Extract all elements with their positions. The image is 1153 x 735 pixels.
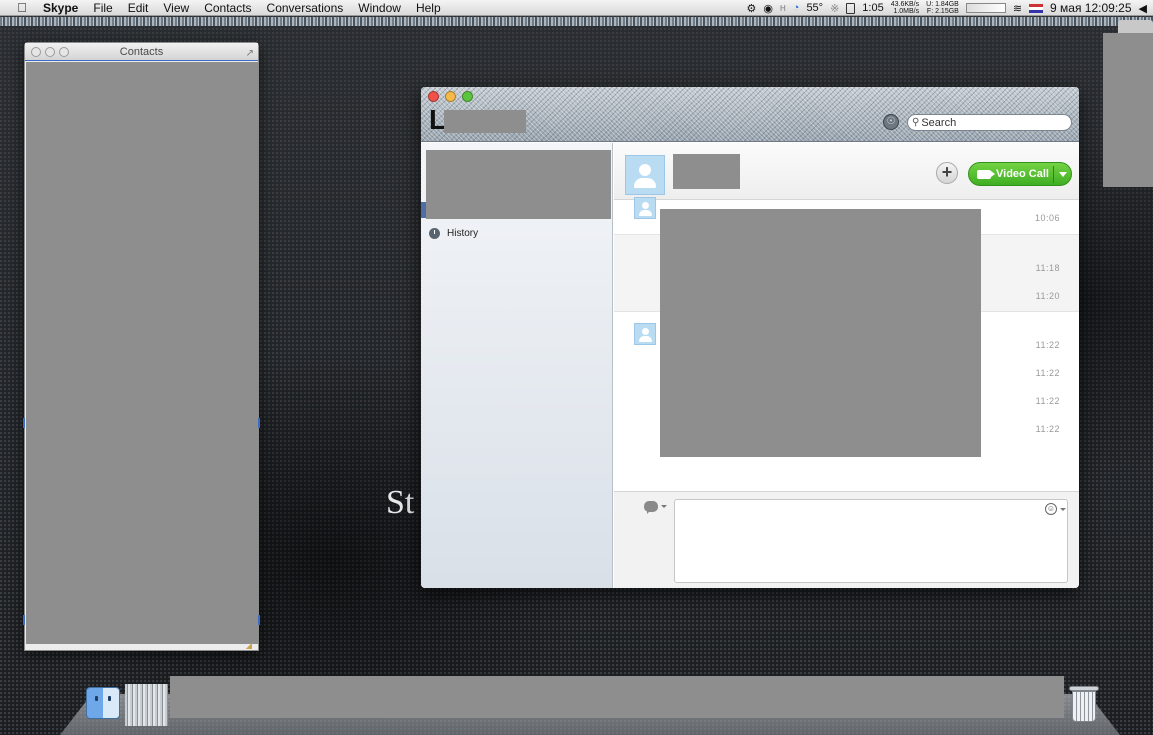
contacts-titlebar[interactable]: Contacts ↗: [25, 43, 258, 61]
message-timestamp: 11:22: [1035, 424, 1060, 434]
message-history[interactable]: 10:06 11:18 11:20 11:22 11:22 11:22 11:2…: [614, 197, 1079, 491]
date-time[interactable]: 9 мая 12:09:25: [1050, 1, 1131, 15]
wifi-icon[interactable]: ≋: [1013, 2, 1022, 15]
search-icon: ⚲: [912, 117, 920, 128]
menu-help[interactable]: Help: [416, 1, 441, 15]
dock-apps-redacted[interactable]: [170, 676, 1064, 718]
net-up-speed: 43.6KB/s: [890, 1, 920, 8]
cpu-meter-icon[interactable]: [965, 3, 1006, 13]
edge-widget-redacted[interactable]: [1103, 33, 1153, 187]
sidebar-item-label: History: [447, 228, 479, 239]
wallpaper-noise-strip: [0, 17, 1153, 26]
clock-sync-icon[interactable]: ◔: [793, 2, 800, 14]
battery-icon[interactable]: [846, 2, 856, 14]
message-avatar: [634, 197, 656, 219]
zoom-button[interactable]: [59, 47, 69, 57]
shield-icon[interactable]: ◉: [763, 2, 773, 15]
avatar-body: [634, 178, 656, 188]
monitor-icon[interactable]: ⚙: [747, 2, 757, 15]
fullscreen-icon[interactable]: ↗: [246, 45, 254, 63]
resize-handle-right[interactable]: [258, 418, 260, 428]
contacts-list-redacted[interactable]: [26, 62, 258, 644]
message-type-dropdown-icon[interactable]: [661, 505, 667, 508]
menu-edit[interactable]: Edit: [128, 1, 149, 15]
menu-conversations[interactable]: Conversations: [267, 1, 344, 15]
messages-content-redacted[interactable]: [660, 209, 981, 457]
trash-can: [1072, 691, 1096, 722]
input-source-flag-icon[interactable]: [1029, 3, 1044, 13]
sidebar-account-redacted[interactable]: [426, 150, 611, 219]
finder-icon[interactable]: [86, 687, 120, 719]
bluetooth-icon[interactable]: ※: [830, 2, 839, 15]
conversation-header: + Video Call: [614, 143, 1079, 200]
video-call-label: Video Call: [996, 168, 1049, 180]
skype-minimize-button[interactable]: [445, 91, 456, 102]
video-call-button[interactable]: Video Call: [968, 162, 1072, 186]
desktop-wallpaper-text: St: [386, 484, 415, 521]
menu-bar:  Skype File Edit View Contacts Conversa…: [0, 0, 1153, 16]
skype-window-controls: [428, 91, 473, 102]
close-button[interactable]: [31, 47, 41, 57]
contacts-window: Contacts ↗ ◢: [23, 42, 260, 651]
skype-zoom-button[interactable]: [462, 91, 473, 102]
contacts-window-title: Contacts: [119, 46, 164, 58]
resize-handle-bottom-right[interactable]: [258, 615, 260, 625]
video-call-divider: [1053, 166, 1054, 183]
window-controls: [31, 47, 69, 57]
resize-grip-icon[interactable]: ◢: [246, 641, 252, 650]
video-camera-icon: [977, 169, 995, 179]
sidebar-selection-marker: [421, 202, 426, 218]
add-participant-button[interactable]: +: [936, 162, 958, 184]
sidebar: History: [421, 143, 613, 588]
skype-main-window: L ☉ ⚲ History + Video Call: [421, 87, 1079, 588]
avatar-head: [639, 164, 651, 176]
search-input[interactable]: [921, 116, 1062, 129]
globe-icon[interactable]: ☉: [883, 114, 899, 130]
edge-widget-tab[interactable]: [1118, 20, 1153, 34]
profile-name-redacted[interactable]: [444, 110, 526, 133]
message-timestamp: 10:06: [1034, 213, 1060, 223]
dock-app-icon[interactable]: [125, 684, 168, 726]
emoticon-icon[interactable]: ☺: [1045, 503, 1057, 515]
skype-toolbar[interactable]: L ☉ ⚲: [421, 87, 1079, 142]
emoticon-dropdown-icon[interactable]: [1060, 508, 1066, 511]
temperature-readout[interactable]: 55°: [806, 2, 823, 14]
sidebar-item-history[interactable]: History: [429, 228, 478, 239]
message-timestamp: 11:20: [1035, 291, 1060, 301]
menu-view[interactable]: View: [163, 1, 189, 15]
compose-area: ☺: [614, 491, 1079, 588]
menu-window[interactable]: Window: [358, 1, 401, 15]
message-timestamp: 11:22: [1035, 340, 1060, 350]
apple-icon[interactable]: : [14, 0, 30, 15]
net-down-speed: 1.0MB/s: [893, 8, 920, 15]
minimize-button[interactable]: [45, 47, 55, 57]
message-timestamp: 11:22: [1035, 368, 1060, 378]
network-speed[interactable]: 43.6KB/s 1.0MB/s: [891, 1, 919, 15]
temperature-prefix: H: [780, 3, 786, 13]
memory-free: F: 2.15GB: [926, 8, 959, 15]
video-call-dropdown-icon[interactable]: [1059, 172, 1067, 177]
resize-handle-left[interactable]: [23, 418, 25, 428]
volume-icon[interactable]: ◀: [1139, 2, 1147, 15]
message-input[interactable]: [674, 499, 1068, 583]
resize-handle-bottom-left[interactable]: [23, 615, 25, 625]
message-timestamp: 11:22: [1035, 396, 1060, 406]
menu-contacts[interactable]: Contacts: [204, 1, 251, 15]
message-type-icon[interactable]: [644, 501, 658, 514]
status-area: ⚙ ◉ H ◔ 55° ※ 1:05 43.6KB/s 1.0MB/s U: 1…: [747, 0, 1147, 16]
clock-icon: [429, 228, 440, 239]
contact-avatar[interactable]: [625, 155, 665, 195]
menu-file[interactable]: File: [93, 1, 112, 15]
search-box[interactable]: ⚲: [907, 114, 1072, 131]
battery-time[interactable]: 1:05: [862, 2, 883, 14]
trash-icon[interactable]: [1069, 686, 1099, 723]
contact-name-redacted[interactable]: [673, 154, 740, 189]
skype-close-button[interactable]: [428, 91, 439, 102]
message-avatar: [634, 323, 656, 345]
memory-readout[interactable]: U: 1.84GB F: 2.15GB: [926, 1, 959, 15]
menu-app-skype[interactable]: Skype: [43, 1, 78, 15]
memory-used: U: 1.84GB: [926, 1, 959, 8]
message-timestamp: 11:18: [1035, 263, 1060, 273]
